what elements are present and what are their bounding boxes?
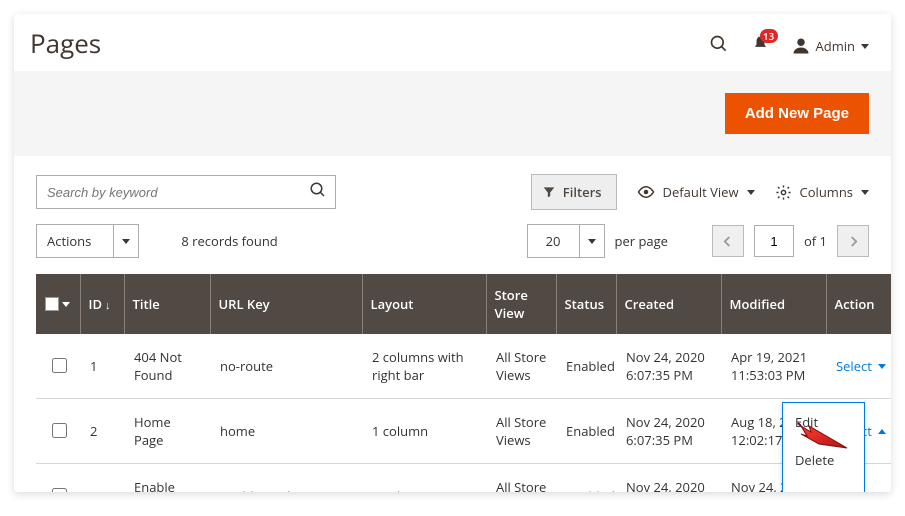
col-header-checkbox[interactable]	[36, 274, 80, 334]
col-header-created[interactable]: Created	[616, 274, 721, 334]
row-checkbox[interactable]	[52, 423, 67, 438]
chevron-down-icon	[861, 190, 869, 195]
notifications-icon[interactable]: 13	[751, 35, 770, 58]
row-checkbox[interactable]	[52, 358, 67, 373]
col-header-layout[interactable]: Layout	[362, 274, 486, 334]
row-checkbox[interactable]	[52, 488, 67, 492]
cell-layout: 1 column	[362, 464, 486, 493]
cell-created: Nov 24, 2020 6:07:35 PM	[616, 334, 721, 399]
gear-icon	[775, 184, 792, 201]
pages-grid: ID↓ Title URL Key Layout Store View Stat…	[36, 274, 891, 492]
chevron-down-icon	[588, 239, 596, 244]
of-pages-label: of 1	[804, 232, 827, 250]
cell-status: Enabled	[556, 399, 616, 464]
cell-action: Select	[826, 334, 891, 399]
chevron-down-icon	[62, 302, 70, 307]
col-header-title[interactable]: Title	[124, 274, 210, 334]
sort-down-icon: ↓	[105, 298, 111, 313]
chevron-right-icon	[849, 235, 858, 248]
col-header-url[interactable]: URL Key	[210, 274, 362, 334]
page-size-select[interactable]: 20	[527, 224, 605, 258]
table-row: 3Enable Cookiesenable-cookies1 columnAll…	[36, 464, 891, 493]
action-delete[interactable]: Delete	[783, 441, 864, 479]
chevron-down-icon	[122, 239, 130, 244]
col-header-store[interactable]: Store View	[486, 274, 556, 334]
filters-label: Filters	[563, 183, 602, 201]
cell-layout: 2 columns with right bar	[362, 334, 486, 399]
cell-created: Nov 24, 2020 6:07:35 PM	[616, 399, 721, 464]
per-page-label: per page	[615, 232, 668, 250]
search-icon[interactable]	[709, 34, 729, 58]
cell-title: Home Page	[124, 399, 210, 464]
action-edit[interactable]: Edit	[783, 403, 864, 441]
cell-status: Enabled	[556, 334, 616, 399]
col-header-id[interactable]: ID↓	[80, 274, 124, 334]
next-page-button[interactable]	[837, 225, 869, 257]
cell-url: no-route	[210, 334, 362, 399]
bulk-actions-dropdown[interactable]: Actions	[36, 224, 139, 258]
current-page-input[interactable]	[754, 225, 794, 257]
default-view-menu[interactable]: Default View	[637, 183, 755, 201]
prev-page-button[interactable]	[712, 225, 744, 257]
columns-menu[interactable]: Columns	[775, 183, 869, 201]
search-submit-icon[interactable]	[301, 181, 335, 203]
cell-title: Enable Cookies	[124, 464, 210, 493]
cell-store: All Store Views	[486, 399, 556, 464]
cell-title: 404 Not Found	[124, 334, 210, 399]
cell-url: enable-cookies	[210, 464, 362, 493]
row-action-menu: Edit Delete View	[782, 402, 865, 492]
cell-modified: Apr 19, 2021 11:53:03 PM	[721, 334, 826, 399]
records-found-label: 8 records found	[181, 232, 277, 250]
chevron-down-icon	[747, 190, 755, 195]
filters-button[interactable]: Filters	[531, 174, 617, 210]
action-view[interactable]: View	[783, 479, 864, 492]
col-header-modified[interactable]: Modified	[721, 274, 826, 334]
cell-status: Enabled	[556, 464, 616, 493]
cell-id: 1	[80, 334, 124, 399]
columns-label: Columns	[800, 183, 853, 201]
admin-menu[interactable]: Admin	[792, 37, 869, 55]
cell-store: All Store Views	[486, 334, 556, 399]
row-select-link[interactable]: Select	[836, 357, 888, 375]
table-row: 2Home Pagehome1 columnAll Store ViewsEna…	[36, 399, 891, 464]
eye-icon	[637, 183, 655, 201]
funnel-icon	[542, 185, 556, 199]
bulk-actions-arrow[interactable]	[113, 224, 139, 258]
chevron-down-icon	[861, 44, 869, 49]
col-header-status[interactable]: Status	[556, 274, 616, 334]
cell-id: 2	[80, 399, 124, 464]
chevron-left-icon	[723, 235, 732, 248]
add-new-page-button[interactable]: Add New Page	[725, 93, 869, 134]
table-row: 1404 Not Foundno-route2 columns with rig…	[36, 334, 891, 399]
cell-url: home	[210, 399, 362, 464]
bulk-actions-label: Actions	[36, 224, 113, 258]
search-input[interactable]	[37, 176, 301, 208]
col-header-action: Action	[826, 274, 891, 334]
admin-label: Admin	[816, 37, 855, 55]
chevron-up-icon	[878, 429, 886, 434]
page-size-arrow[interactable]	[579, 224, 605, 258]
cell-created: Nov 24, 2020 6:07:35 PM	[616, 464, 721, 493]
default-view-label: Default View	[663, 183, 739, 201]
cell-store: All Store Views	[486, 464, 556, 493]
search-input-wrap[interactable]	[36, 175, 336, 209]
page-title: Pages	[30, 25, 101, 61]
notification-badge: 13	[760, 29, 778, 43]
page-size-value: 20	[527, 224, 579, 258]
cell-id: 3	[80, 464, 124, 493]
chevron-down-icon	[878, 364, 886, 369]
cell-layout: 1 column	[362, 399, 486, 464]
